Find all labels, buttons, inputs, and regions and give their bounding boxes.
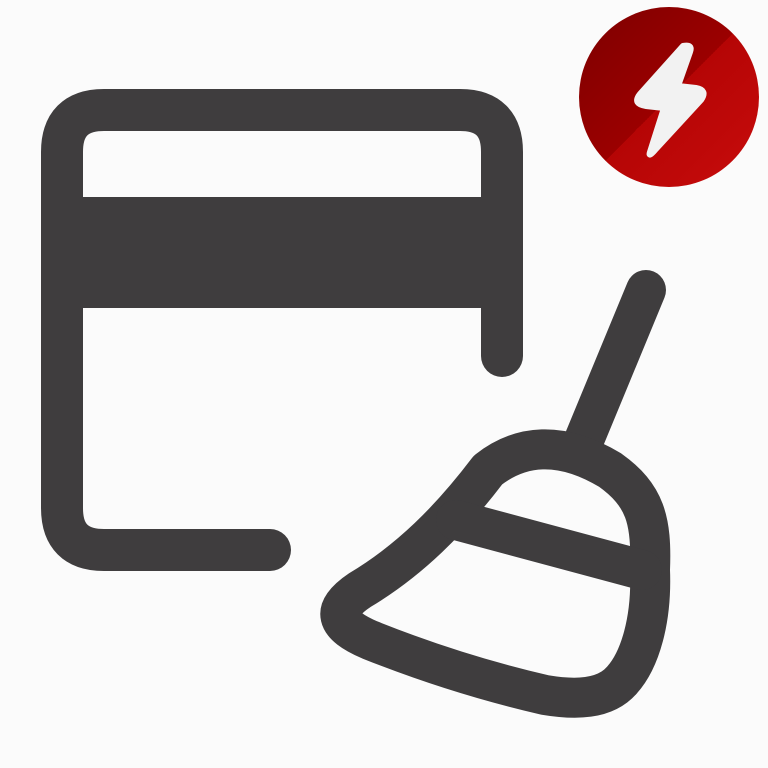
credit-card-icon xyxy=(41,89,523,571)
broom-handle xyxy=(564,270,666,460)
icon-canvas xyxy=(0,0,768,768)
lightning-badge xyxy=(579,7,759,187)
card-outline xyxy=(41,89,523,571)
clean-card-icon xyxy=(41,7,759,718)
card-magnetic-stripe xyxy=(62,197,502,308)
broom-band xyxy=(436,500,662,590)
